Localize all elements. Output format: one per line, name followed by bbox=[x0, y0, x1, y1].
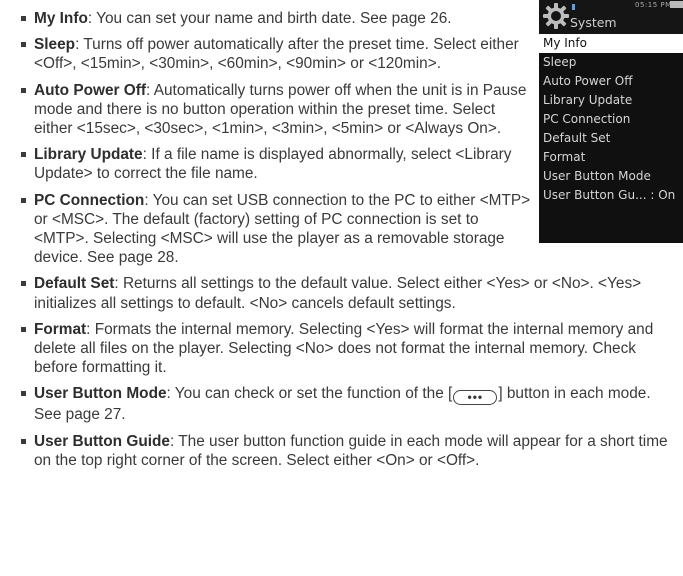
item-term: PC Connection bbox=[34, 191, 145, 209]
bullet-icon bbox=[21, 87, 26, 93]
list-item-sleep: Sleep: Turns off power automatically aft… bbox=[20, 35, 534, 73]
item-term: Library Update bbox=[34, 146, 143, 164]
item-text: : Returns all settings to the default va… bbox=[34, 275, 642, 312]
item-text: : Formats the internal memory. Selecting… bbox=[34, 320, 654, 377]
item-term: Default Set bbox=[34, 275, 115, 293]
item-term: Sleep bbox=[34, 36, 76, 54]
device-title: System bbox=[570, 15, 617, 30]
list-item-default-set: Default Set: Returns all settings to the… bbox=[20, 274, 680, 312]
item-term: Format bbox=[34, 320, 87, 338]
user-button-icon: ••• bbox=[453, 390, 498, 406]
bullet-icon bbox=[21, 152, 26, 158]
item-term: Auto Power Off bbox=[34, 81, 147, 99]
item-text: : Turns off power automatically after th… bbox=[34, 36, 519, 73]
menu-item-format[interactable]: Format bbox=[539, 148, 683, 167]
bullet-icon bbox=[21, 326, 26, 332]
item-text: : You can set your name and birth date. … bbox=[87, 10, 452, 27]
list-item-user-button-guide: User Button Guide: The user button funct… bbox=[20, 432, 680, 470]
menu-item-pc-connection[interactable]: PC Connection bbox=[539, 110, 683, 129]
list-item-pc-connection: PC Connection: You can set USB connectio… bbox=[20, 191, 534, 268]
device-screen: System 05:15 PM My Info Sleep Auto Power… bbox=[539, 0, 683, 243]
bullet-icon bbox=[21, 281, 26, 287]
item-term: My Info bbox=[34, 10, 88, 27]
mini-indicator-icon bbox=[572, 4, 575, 10]
bullet-icon bbox=[21, 391, 26, 397]
device-header: System 05:15 PM bbox=[539, 0, 683, 34]
list-item-format: Format: Formats the internal memory. Sel… bbox=[20, 320, 680, 378]
menu-item-sleep[interactable]: Sleep bbox=[539, 53, 683, 72]
list-item-user-button-mode: User Button Mode: You can check or set t… bbox=[20, 384, 680, 424]
menu-item-auto-power-off[interactable]: Auto Power Off bbox=[539, 72, 683, 91]
bullet-icon bbox=[21, 16, 26, 21]
menu-item-user-button-guide[interactable]: User Button Gu... : On bbox=[539, 186, 683, 205]
bullet-icon bbox=[21, 438, 26, 444]
bullet-icon bbox=[21, 42, 26, 48]
item-text: : You can check or set the function of t… bbox=[166, 385, 453, 403]
menu-item-library-update[interactable]: Library Update bbox=[539, 91, 683, 110]
battery-icon bbox=[670, 1, 683, 8]
item-term: User Button Mode bbox=[34, 385, 167, 403]
bullet-icon bbox=[21, 197, 26, 203]
list-item-my-info: My Info: You can set your name and birth… bbox=[20, 9, 534, 28]
menu-item-user-button-mode[interactable]: User Button Mode bbox=[539, 167, 683, 186]
list-item-auto-power-off: Auto Power Off: Automatically turns powe… bbox=[20, 81, 534, 139]
item-term: User Button Guide bbox=[34, 432, 170, 450]
device-time: 05:15 PM bbox=[635, 1, 672, 9]
menu-item-my-info[interactable]: My Info bbox=[539, 34, 683, 53]
list-item-library-update: Library Update: If a file name is displa… bbox=[20, 145, 534, 183]
gear-icon bbox=[543, 3, 569, 29]
menu-item-default-set[interactable]: Default Set bbox=[539, 129, 683, 148]
